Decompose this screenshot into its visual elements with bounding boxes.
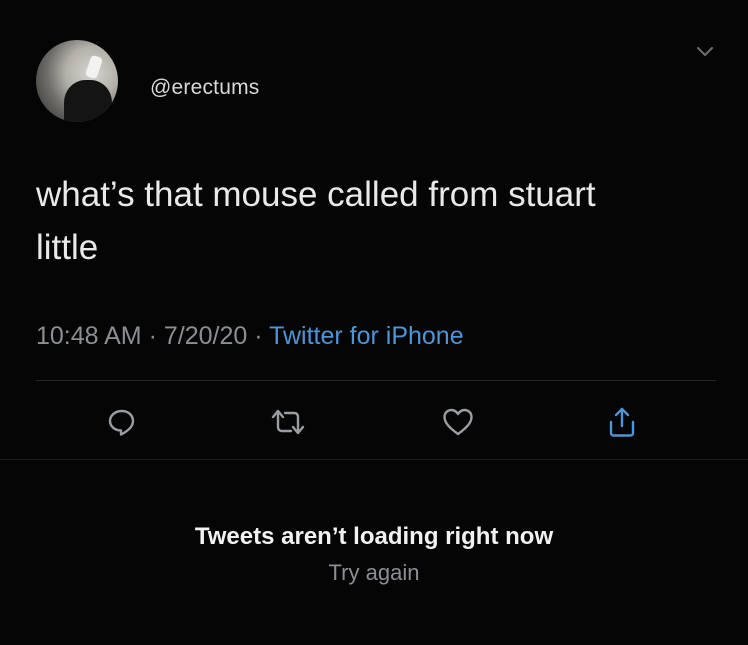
tweet-time: 10:48 AM xyxy=(36,322,142,350)
tweet-source-link[interactable]: Twitter for iPhone xyxy=(269,322,464,350)
tweet-date: 7/20/20 xyxy=(163,322,248,350)
tweet-text-line-1: what’s that mouse called from stuart xyxy=(36,175,596,214)
divider xyxy=(36,380,716,381)
error-message: Tweets aren’t loading right now xyxy=(194,523,554,550)
retweet-icon[interactable] xyxy=(270,404,306,440)
avatar[interactable] xyxy=(36,40,118,122)
try-again-button[interactable]: Try again xyxy=(0,560,748,586)
tweet-text-line-2: little xyxy=(36,228,99,267)
chevron-down-icon[interactable] xyxy=(694,40,716,62)
tweet-screen: @erectums what’s that mouse called from … xyxy=(0,0,748,645)
divider xyxy=(0,459,748,460)
like-icon[interactable] xyxy=(440,404,476,440)
avatar-hat xyxy=(84,54,104,80)
meta-separator: · xyxy=(148,322,157,350)
tweet-text: what’s that mouse called from stuart lit… xyxy=(36,168,696,274)
avatar-figure xyxy=(64,80,112,122)
reply-icon[interactable] xyxy=(104,404,140,440)
meta-separator: · xyxy=(254,322,263,350)
share-icon[interactable] xyxy=(604,404,640,440)
user-handle[interactable]: @erectums xyxy=(150,76,259,100)
tweet-meta: 10:48 AM · 7/20/20 · Twitter for iPhone xyxy=(36,322,464,351)
tweet-actions xyxy=(0,404,748,444)
